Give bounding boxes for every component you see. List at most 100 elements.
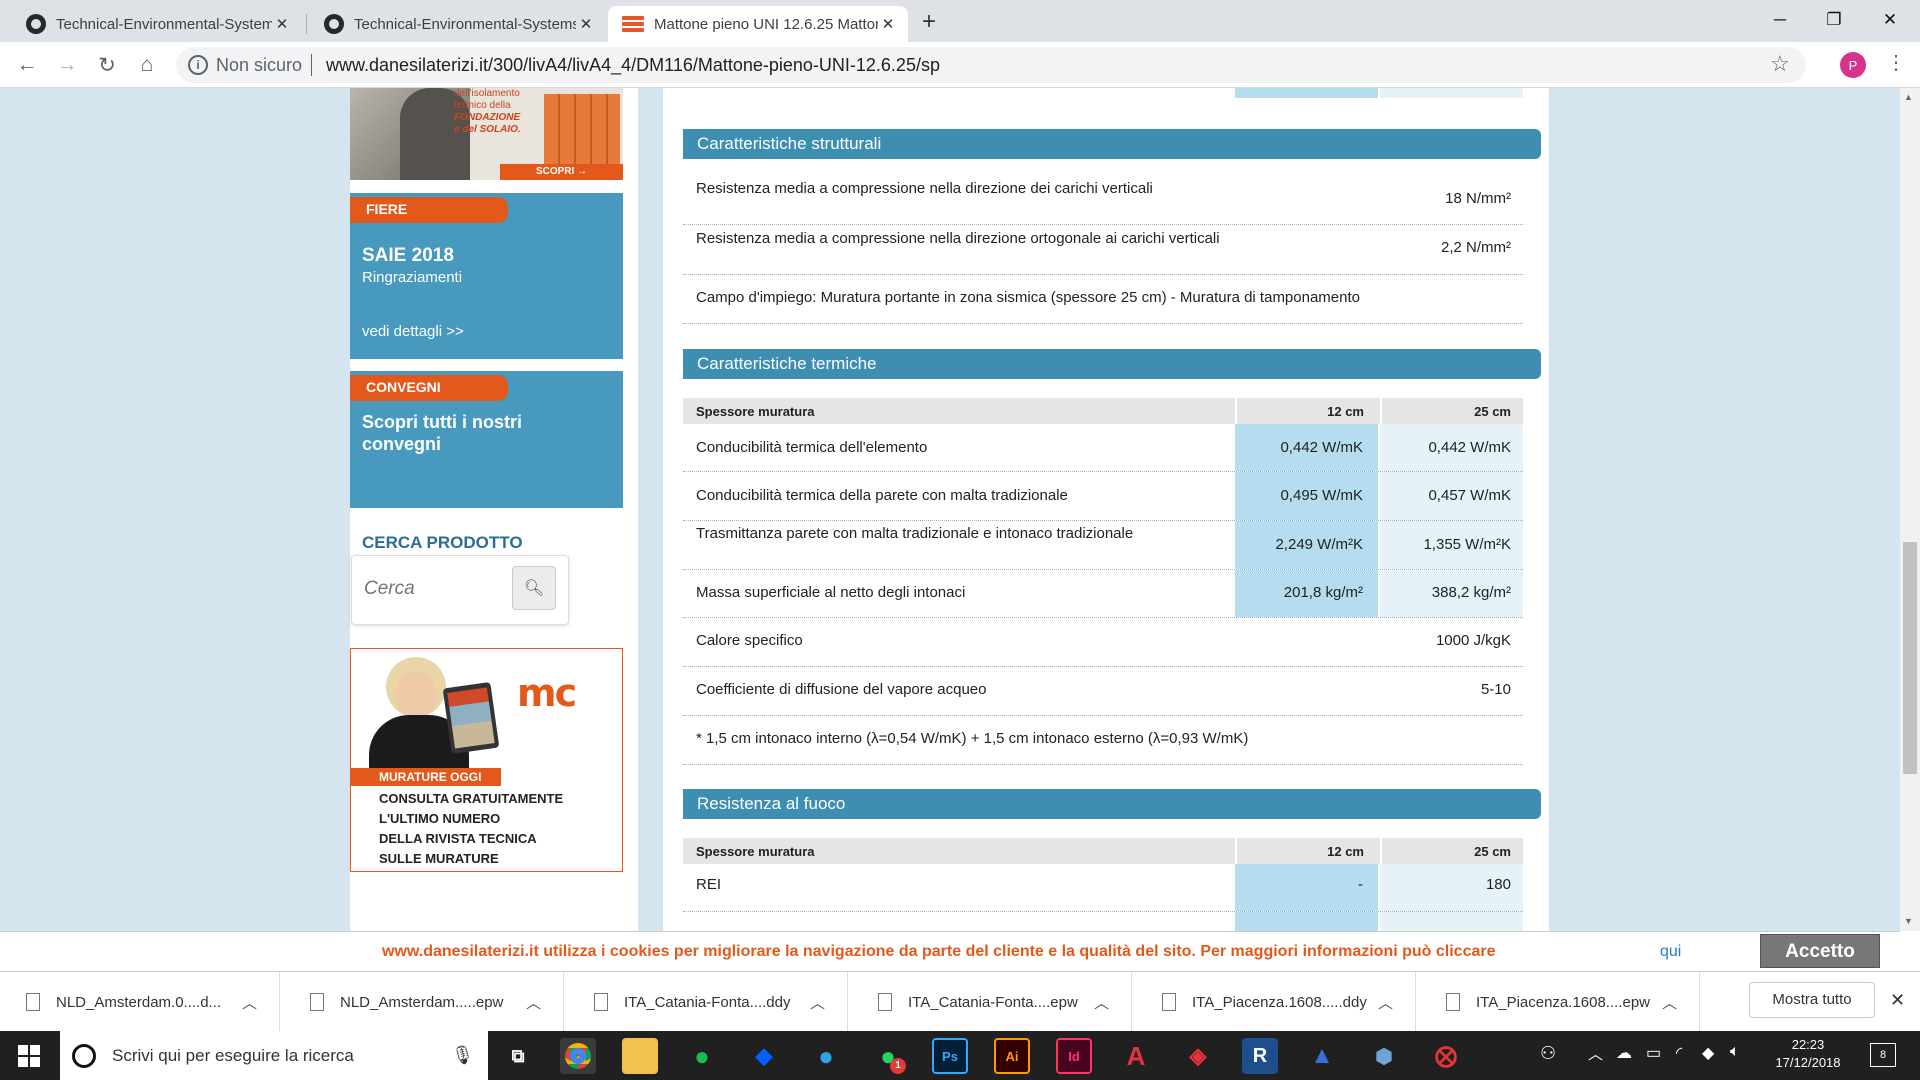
row-label: Resistenza media a compressione nella di… (696, 230, 1220, 247)
wifi-icon[interactable]: ◜ (1676, 1043, 1682, 1063)
download-item[interactable]: ITA_Catania-Fonta....epw ︿ (852, 972, 1132, 1032)
cell-12cm-bg (1235, 912, 1378, 931)
revit-icon[interactable]: R (1242, 1038, 1278, 1074)
download-item[interactable]: ITA_Piacenza.1608.....ddy ︿ (1136, 972, 1416, 1032)
microphone-icon[interactable]: 🎙︎ (451, 1045, 474, 1066)
task-view-icon[interactable]: ⧉ (500, 1038, 536, 1074)
tab-2[interactable]: Technical-Environmental-Systems ✕ (310, 6, 606, 42)
file-explorer-icon[interactable] (622, 1038, 658, 1074)
prev-table-cell (1235, 88, 1378, 98)
structural-row: Resistenza media a compressione nella di… (683, 176, 1523, 225)
spotify-icon[interactable]: ● (684, 1038, 720, 1074)
forward-icon[interactable]: → (52, 50, 82, 80)
tab-active[interactable]: Mattone pieno UNI 12.6.25 Mattone ✕ (608, 6, 908, 42)
autodesk-app-icon[interactable]: ◈ (1180, 1038, 1216, 1074)
telegram-icon[interactable]: ● (808, 1038, 844, 1074)
tab-1[interactable]: Technical-Environmental-Systems ✕ (12, 6, 302, 42)
structural-section-header: Caratteristiche strutturali (683, 129, 1541, 159)
value-12cm: 0,442 W/mK (1280, 439, 1363, 456)
notifications-icon[interactable]: 8 (1870, 1043, 1896, 1067)
download-item[interactable]: ITA_Piacenza.1608....epw ︿ (1420, 972, 1700, 1032)
thermal-section-header: Caratteristiche termiche (683, 349, 1541, 379)
scrollbar-thumb[interactable] (1903, 542, 1917, 774)
usage-row: Campo d'impiego: Muratura portante in zo… (683, 275, 1523, 324)
chevron-up-icon[interactable]: ︿ (810, 992, 825, 1013)
chevron-up-icon[interactable]: ︿ (242, 992, 257, 1013)
back-icon[interactable]: ← (12, 50, 42, 80)
close-downloads-icon[interactable]: ✕ (1890, 990, 1905, 1011)
download-item[interactable]: ITA_Catania-Fonta....ddy ︿ (568, 972, 848, 1032)
page-scrollbar[interactable]: ▲ ▼ (1900, 88, 1920, 931)
scroll-down-icon[interactable]: ▼ (1904, 916, 1913, 926)
volume-icon[interactable]: 🔈︎ (1730, 1043, 1740, 1061)
chevron-up-icon[interactable]: ︿ (1662, 992, 1677, 1013)
people-icon[interactable]: ⚇ (1540, 1043, 1556, 1064)
illustrator-icon[interactable]: Ai (994, 1038, 1030, 1074)
chevron-up-icon[interactable]: ︿ (1378, 992, 1393, 1013)
dropbox-tray-icon[interactable]: ◆ (1702, 1043, 1714, 1063)
close-tab-icon[interactable]: ✕ (272, 15, 292, 33)
fiere-details-link[interactable]: vedi dettagli >> (362, 323, 464, 340)
banner-cta[interactable]: SCOPRI → (500, 164, 623, 180)
close-tab-icon[interactable]: ✕ (878, 15, 898, 33)
download-filename: NLD_Amsterdam.0....d... (56, 993, 222, 1011)
menu-icon[interactable]: ⋮ (1886, 50, 1906, 75)
home-icon[interactable]: ⌂ (132, 50, 162, 80)
address-bar[interactable]: i Non sicuro www.danesilaterizi.it/300/l… (176, 47, 1806, 83)
mc-logo: mc (517, 671, 577, 715)
download-filename: NLD_Amsterdam.....epw (340, 993, 504, 1011)
convegni-panel[interactable]: CONVEGNI Scopri tutti i nostri convegni (350, 371, 623, 508)
new-tab-icon[interactable]: + (922, 8, 936, 36)
tray-chevron-icon[interactable]: ︿ (1588, 1043, 1603, 1064)
downloads-bar: NLD_Amsterdam.0....d... ︿ NLD_Amsterdam..… (0, 971, 1920, 1032)
row-label: REI (696, 876, 722, 893)
info-icon[interactable]: i (188, 55, 208, 75)
bookmark-star-icon[interactable]: ☆ (1770, 51, 1790, 77)
onedrive-icon[interactable]: ☁ (1616, 1043, 1632, 1063)
battery-icon[interactable]: ▭ (1646, 1043, 1661, 1063)
minimize-icon[interactable]: ─ (1752, 0, 1808, 40)
dropbox-icon[interactable]: ◆ (746, 1038, 782, 1074)
row-label: Calore specifico (696, 632, 803, 649)
value-25cm: 0,442 W/mK (1428, 439, 1511, 456)
autocad-icon[interactable]: A (1118, 1038, 1154, 1074)
scroll-up-icon[interactable]: ▲ (1904, 92, 1913, 102)
show-all-downloads-button[interactable]: Mostra tutto (1749, 982, 1875, 1018)
row-value: 5-10 (1480, 681, 1511, 698)
url-text[interactable]: www.danesilaterizi.it/300/livA4/livA4_4/… (326, 55, 940, 76)
chevron-up-icon[interactable]: ︿ (526, 992, 541, 1013)
banner-text: dell'isolamento termico della FONDAZIONE… (454, 88, 521, 136)
search-icon[interactable]: 🔍︎ (512, 566, 556, 610)
photoshop-icon[interactable]: Ps (932, 1038, 968, 1074)
autodesk-cad-icon[interactable]: ▲ (1304, 1038, 1340, 1074)
fiere-panel[interactable]: FIERE SAIE 2018 Ringraziamenti vedi dett… (350, 193, 623, 359)
profile-avatar[interactable]: P (1840, 52, 1866, 78)
indesign-icon[interactable]: Id (1056, 1038, 1092, 1074)
fiere-tag: FIERE (350, 197, 508, 223)
cookie-info-link[interactable]: qui (1660, 943, 1681, 961)
magazine-line: CONSULTA GRATUITAMENTE (379, 791, 564, 806)
value-12cm: 2,249 W/m²K (1275, 536, 1363, 553)
chrome-icon[interactable] (560, 1038, 596, 1074)
clock[interactable]: 22:23 17/12/2018 (1766, 1036, 1850, 1072)
vapor-row: Coefficiente di diffusione del vapore ac… (683, 667, 1523, 716)
acrobat-icon[interactable]: ⨂ (1428, 1038, 1464, 1074)
magazine-banner[interactable]: mc MURATURE OGGI CONSULTA GRATUITAMENTE … (350, 648, 623, 872)
taskbar-search-box[interactable]: Scrivi qui per eseguire la ricerca 🎙︎ (60, 1031, 488, 1080)
close-window-icon[interactable]: ✕ (1862, 0, 1918, 40)
reload-icon[interactable]: ↻ (92, 50, 122, 80)
whatsapp-icon[interactable]: ● 1 (870, 1038, 906, 1074)
windows-start-icon[interactable] (18, 1045, 40, 1067)
download-item[interactable]: NLD_Amsterdam.0....d... ︿ (0, 972, 280, 1032)
accept-cookies-button[interactable]: Accetto (1760, 934, 1880, 968)
openstudio-icon[interactable]: ⬢ (1366, 1038, 1402, 1074)
row-value: 18 N/mm² (1445, 190, 1511, 207)
close-tab-icon[interactable]: ✕ (576, 15, 596, 33)
restore-icon[interactable]: ❐ (1806, 0, 1862, 40)
banner-insulation[interactable]: dell'isolamento termico della FONDAZIONE… (350, 88, 623, 180)
search-input[interactable] (364, 574, 504, 604)
download-item[interactable]: NLD_Amsterdam.....epw ︿ (284, 972, 564, 1032)
value-25cm: 0,457 W/mK (1428, 487, 1511, 504)
chevron-up-icon[interactable]: ︿ (1094, 992, 1109, 1013)
fire-table-header: Spessore muratura 12 cm 25 cm (683, 838, 1523, 864)
